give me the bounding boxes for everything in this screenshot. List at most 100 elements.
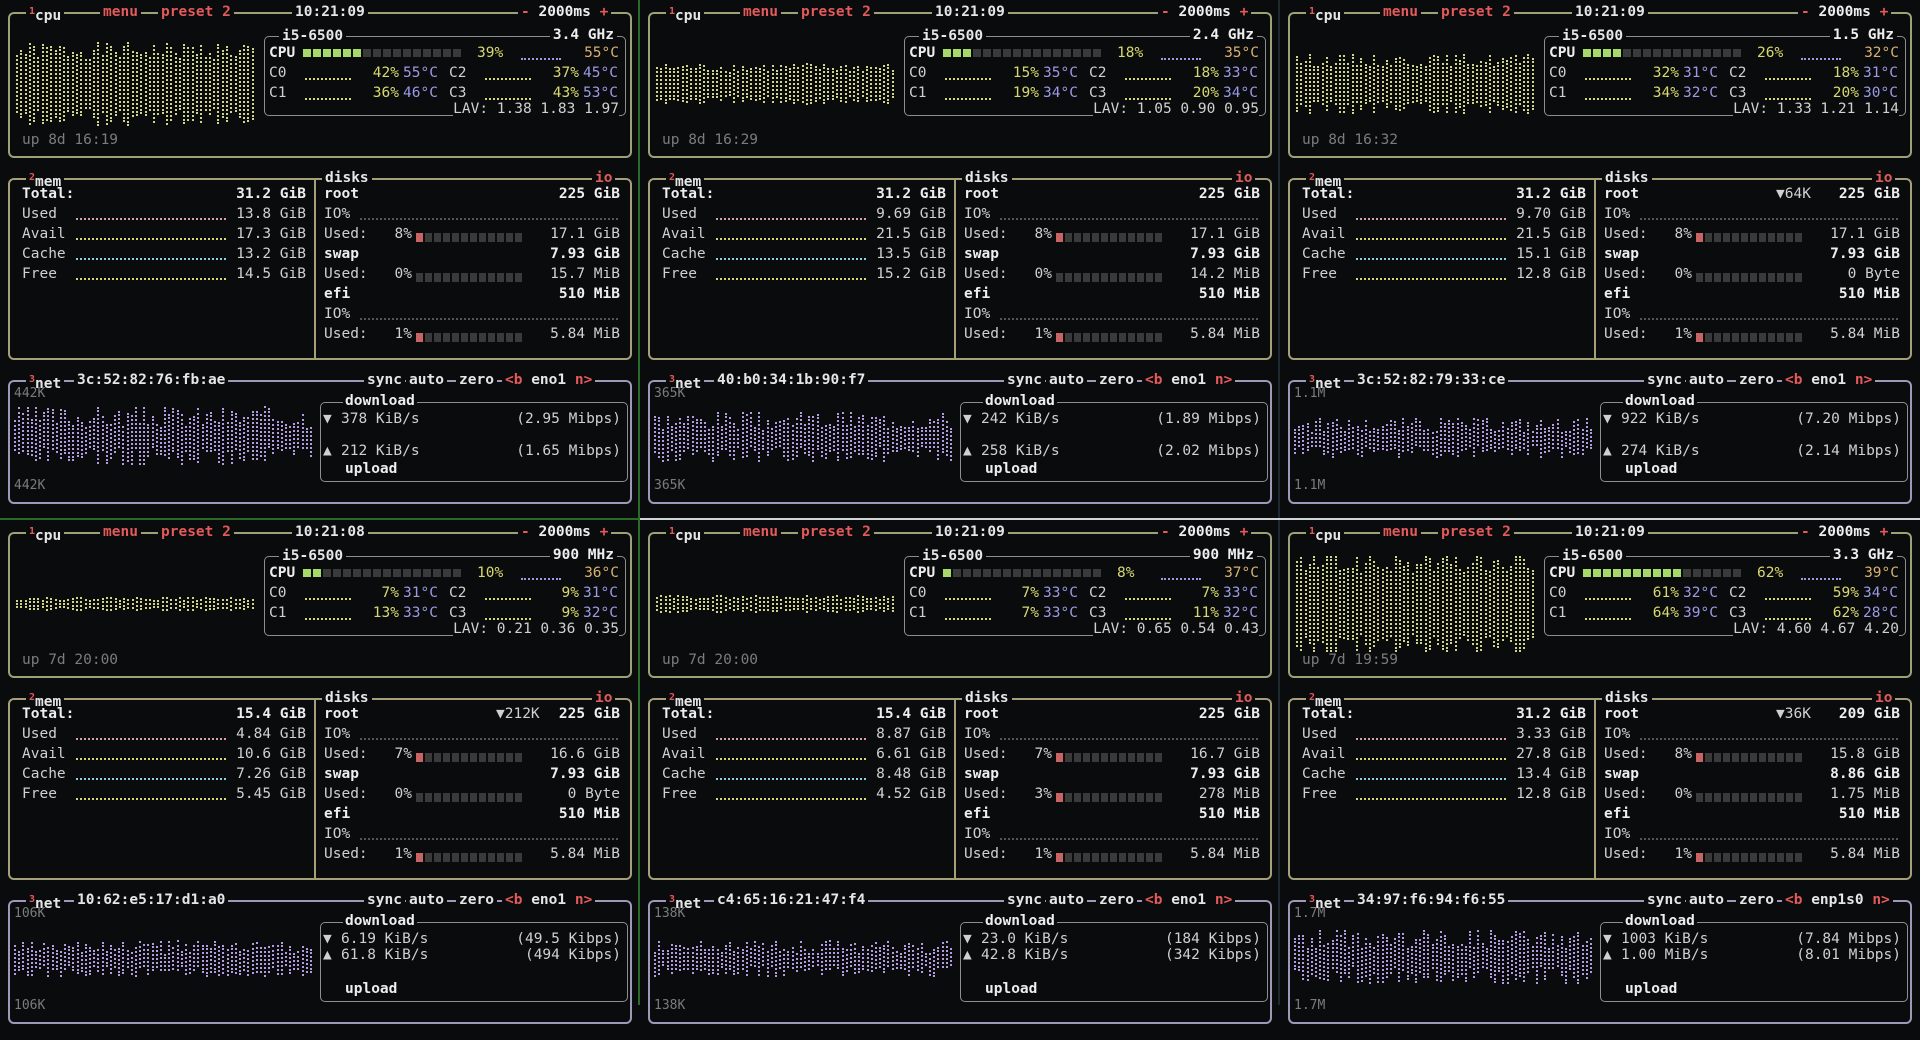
auto-toggle[interactable]: auto (409, 892, 444, 908)
disk-bar-cell (1696, 333, 1703, 342)
auto-toggle[interactable]: auto (1049, 892, 1084, 908)
disk-efi-io-label: IO% (1604, 306, 1631, 322)
prev-interface-button[interactable]: <b (1785, 372, 1802, 388)
cpu-model-title: i5-6500 (279, 27, 347, 45)
interval-increase-button[interactable]: + (1880, 4, 1889, 20)
preset-tab[interactable]: preset 2 (1441, 524, 1511, 540)
mem-cache-value: 13.5 GiB (876, 246, 946, 262)
auto-toggle[interactable]: auto (1689, 892, 1724, 908)
disk-bar-cell (1795, 853, 1802, 862)
zero-toggle[interactable]: zero (459, 892, 494, 908)
io-tab[interactable]: io (1875, 170, 1892, 186)
cpu-box-title: 1cpu (1306, 3, 1345, 24)
io-tab[interactable]: io (1235, 170, 1252, 186)
disk-root-size: 225 GiB (1198, 186, 1260, 202)
next-interface-button[interactable]: n> (1872, 892, 1889, 908)
io-tab-wrap: io (1232, 689, 1256, 707)
cpu-tab[interactable]: cpu (1315, 528, 1341, 544)
menu-tab[interactable]: menu (103, 524, 138, 540)
next-interface-button[interactable]: n> (1855, 372, 1872, 388)
disks-tab[interactable]: disks (1605, 690, 1649, 706)
disks-tab[interactable]: disks (325, 690, 369, 706)
zero-toggle[interactable]: zero (459, 372, 494, 388)
preset-tab[interactable]: preset 2 (801, 4, 871, 20)
auto-toggle[interactable]: auto (409, 372, 444, 388)
core-temp: 55°C (403, 65, 438, 81)
preset-tab[interactable]: preset 2 (801, 524, 871, 540)
sync-toggle[interactable]: sync (367, 892, 402, 908)
net-rate-box: download ▼ 1003 KiB/s (7.84 Mibps) ▲ 1.00 MiB… (1600, 913, 1908, 1002)
disks-tab[interactable]: disks (325, 170, 369, 186)
disk-bar-cell (1056, 233, 1063, 242)
mem-total-label: Total: (22, 186, 75, 202)
disk-bar-cell (1786, 333, 1793, 342)
cpu-tab[interactable]: cpu (675, 528, 701, 544)
cpu-info-box: i5-6500 3.3 GHz CPU 62% 39°C C0 61% 32°C C1 64% 39… (1544, 547, 1906, 637)
next-interface-button[interactable]: n> (1215, 372, 1232, 388)
disks-tab[interactable]: disks (965, 170, 1009, 186)
sync-toggle[interactable]: sync (1647, 892, 1682, 908)
io-tab[interactable]: io (1235, 690, 1252, 706)
cpu-tab[interactable]: cpu (35, 8, 61, 24)
interval-increase-button[interactable]: + (1880, 524, 1889, 540)
interval-increase-button[interactable]: + (600, 4, 609, 20)
prev-interface-button[interactable]: <b (1145, 372, 1162, 388)
disk-swap-used-bar (1056, 790, 1172, 802)
cpu-bar-cell (433, 49, 441, 57)
interval-decrease-button[interactable]: - (1161, 524, 1170, 540)
io-tab[interactable]: io (595, 690, 612, 706)
menu-tab[interactable]: menu (1383, 524, 1418, 540)
io-tab[interactable]: io (1875, 690, 1892, 706)
menu-tab[interactable]: menu (743, 4, 778, 20)
disks-tab[interactable]: disks (965, 690, 1009, 706)
disk-swap-name: swap (964, 766, 999, 782)
sync-toggle[interactable]: sync (1007, 892, 1042, 908)
interval-decrease-button[interactable]: - (1801, 4, 1810, 20)
sync-toggle[interactable]: sync (1007, 372, 1042, 388)
preset-tab[interactable]: preset 2 (161, 4, 231, 20)
disk-bar-cell (1777, 753, 1784, 762)
cpu-tab[interactable]: cpu (1315, 8, 1341, 24)
disk-bar-cell (479, 793, 486, 802)
menu-tab[interactable]: menu (1383, 4, 1418, 20)
auto-toggle[interactable]: auto (1049, 372, 1084, 388)
interval-increase-button[interactable]: + (600, 524, 609, 540)
sync-toggle[interactable]: sync (1647, 372, 1682, 388)
interval-decrease-button[interactable]: - (1801, 524, 1810, 540)
auto-toggle[interactable]: auto (1689, 372, 1724, 388)
next-interface-button[interactable]: n> (575, 372, 592, 388)
interval-increase-button[interactable]: + (1240, 4, 1249, 20)
interval-decrease-button[interactable]: - (1161, 4, 1170, 20)
interval-decrease-button[interactable]: - (521, 4, 530, 20)
disks-tab[interactable]: disks (1605, 170, 1649, 186)
load-average: LAV: 1.33 1.21 1.14 (1733, 101, 1899, 117)
cpu-tab[interactable]: cpu (35, 528, 61, 544)
prev-interface-button[interactable]: <b (1145, 892, 1162, 908)
zero-toggle[interactable]: zero (1739, 892, 1774, 908)
prev-interface-button[interactable]: <b (505, 372, 522, 388)
prev-interface-button[interactable]: <b (1785, 892, 1802, 908)
next-interface-button[interactable]: n> (1215, 892, 1232, 908)
io-tab[interactable]: io (595, 170, 612, 186)
cpu-total-bar (943, 565, 1103, 581)
cpu-tab[interactable]: cpu (675, 8, 701, 24)
next-interface-button[interactable]: n> (575, 892, 592, 908)
disk-bar-cell (515, 333, 522, 342)
disk-efi-used-value: 5.84 MiB (1830, 326, 1900, 342)
disk-bar-cell (1714, 793, 1721, 802)
menu-tab[interactable]: menu (743, 524, 778, 540)
zero-toggle[interactable]: zero (1099, 372, 1134, 388)
sync-toggle[interactable]: sync (367, 372, 402, 388)
menu-tab[interactable]: menu (103, 4, 138, 20)
prev-interface-button[interactable]: <b (505, 892, 522, 908)
disk-bar-cell (1732, 853, 1739, 862)
disk-bar-cell (434, 753, 441, 762)
zero-toggle[interactable]: zero (1099, 892, 1134, 908)
disk-bar-cell (1137, 753, 1144, 762)
interval-increase-button[interactable]: + (1240, 524, 1249, 540)
preset-tab[interactable]: preset 2 (1441, 4, 1511, 20)
interval-decrease-button[interactable]: - (521, 524, 530, 540)
zero-toggle[interactable]: zero (1739, 372, 1774, 388)
terminal-pane: 1cpu menu preset 2 10:21:09 - 2000ms + up 8d … (0, 0, 640, 520)
preset-tab[interactable]: preset 2 (161, 524, 231, 540)
